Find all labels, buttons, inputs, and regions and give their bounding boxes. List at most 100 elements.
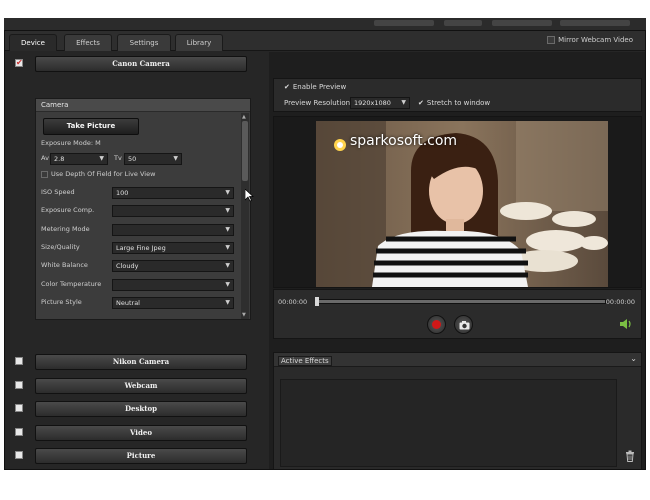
time-end: 00:00:00 — [605, 298, 635, 306]
camera-setting-select[interactable]: ▼ — [112, 205, 234, 218]
checkmark-icon[interactable]: ✔ — [418, 99, 424, 107]
tab-library[interactable]: Library — [175, 34, 223, 51]
chevron-down-icon: ▼ — [225, 225, 230, 233]
snapshot-button[interactable] — [454, 315, 473, 334]
camera-setting-select[interactable]: Large Fine Jpeg ▼ — [112, 241, 234, 254]
app-window: Device Effects Settings Library Mirror W… — [4, 30, 646, 470]
chevron-down-icon: ▼ — [225, 262, 230, 270]
preview-resolution-value: 1920x1080 — [354, 99, 391, 107]
mirror-webcam-checkbox[interactable] — [547, 36, 556, 44]
chevron-down-icon: ▼ — [225, 207, 230, 215]
scroll-up-icon[interactable]: ▲ — [242, 114, 246, 120]
source-row: Nikon Camera — [5, 353, 261, 371]
seek-bar[interactable] — [315, 297, 606, 306]
seek-handle[interactable] — [315, 297, 319, 306]
time-start: 00:00:00 — [278, 298, 308, 306]
camera-setting-label: Color Temperature — [41, 279, 102, 288]
take-picture-button[interactable]: Take Picture — [43, 118, 139, 135]
tv-value: 50 — [128, 155, 137, 163]
preview-resolution-label: Preview Resolution: — [284, 99, 353, 107]
tv-label: Tv — [114, 154, 122, 162]
video-preview-frame: sparkosoft.com — [316, 121, 608, 287]
playback-controls: 00:00:00 00:00:00 — [273, 289, 642, 339]
source-panel: Canon Camera Camera Take Picture Exposur… — [5, 52, 261, 469]
enable-preview-toggle[interactable]: ✔ Enable Preview — [284, 83, 346, 91]
checkmark-icon[interactable]: ✔ — [284, 83, 290, 91]
tv-select[interactable]: 50 ▼ — [124, 153, 182, 165]
source-row: Desktop — [5, 400, 261, 418]
camera-setting-value: Large Fine Jpeg — [116, 243, 166, 252]
camera-setting-select[interactable]: ▼ — [112, 278, 234, 291]
stretch-to-window-toggle[interactable]: ✔ Stretch to window — [418, 99, 490, 107]
source-row-canon: Canon Camera — [5, 55, 261, 73]
chevron-down-icon: ▼ — [225, 189, 230, 196]
depth-of-field-checkbox[interactable] — [41, 170, 48, 178]
source-row: Picture — [5, 447, 261, 465]
chevron-down-icon: ▼ — [225, 280, 230, 288]
camera-settings-panel: Camera Take Picture Exposure Mode: M Av … — [35, 98, 251, 320]
depth-of-field-label: Use Depth Of Field for Live View — [51, 170, 156, 178]
chevron-down-icon: ▼ — [225, 298, 230, 306]
camera-setting-select[interactable]: 100 ▼ — [112, 187, 234, 199]
source-button[interactable]: Webcam — [35, 377, 247, 394]
tab-bar: Device Effects Settings Library Mirror W… — [5, 31, 645, 51]
tab-effects[interactable]: Effects — [64, 34, 112, 51]
chevron-down-icon: ▼ — [173, 155, 178, 162]
source-checkbox[interactable] — [15, 404, 23, 412]
camera-setting-label: ISO Speed — [41, 188, 75, 196]
camera-setting-label: Size/Quality — [41, 242, 80, 251]
camera-setting-value: 100 — [116, 189, 129, 197]
scroll-down-icon[interactable]: ▼ — [242, 312, 246, 318]
preview-panel: ✔ Enable Preview Preview Resolution: 1920… — [269, 52, 645, 469]
camera-section-title: Camera — [36, 99, 250, 112]
camera-setting-label: Exposure Comp. — [41, 206, 95, 215]
active-effects-panel: Active Effects ⌄ — [273, 352, 642, 469]
canon-camera-checkbox[interactable] — [15, 58, 23, 67]
collapse-chevron-icon[interactable]: ⌄ — [630, 354, 637, 363]
chevron-down-icon: ▼ — [99, 155, 104, 162]
source-checkbox[interactable] — [15, 427, 23, 436]
mouse-cursor-icon — [245, 189, 254, 202]
mirror-webcam-label: Mirror Webcam Video — [558, 36, 633, 44]
camera-panel-scrollbar[interactable]: ▲ ▼ — [241, 113, 249, 319]
camera-setting-select[interactable]: ▼ — [112, 223, 234, 236]
preview-resolution-select[interactable]: 1920x1080 ▼ — [350, 97, 410, 109]
source-button[interactable]: Desktop — [35, 401, 247, 417]
depth-of-field-toggle[interactable]: Use Depth Of Field for Live View — [41, 170, 155, 178]
source-checkbox[interactable] — [15, 380, 23, 389]
title-strip — [4, 18, 646, 30]
tab-settings[interactable]: Settings — [117, 34, 171, 51]
tab-device[interactable]: Device — [9, 34, 57, 51]
camera-setting-select[interactable]: Neutral ▼ — [112, 296, 234, 309]
record-icon — [432, 320, 441, 329]
source-checkbox[interactable] — [15, 451, 23, 459]
source-button[interactable]: Video — [35, 424, 247, 441]
mirror-webcam-toggle[interactable]: Mirror Webcam Video — [547, 36, 633, 44]
effects-list[interactable] — [280, 379, 617, 467]
canon-camera-button[interactable]: Canon Camera — [35, 56, 247, 72]
camera-setting-value: Cloudy — [116, 262, 139, 271]
trash-icon[interactable] — [625, 450, 635, 462]
av-select[interactable]: 2.8 ▼ — [50, 153, 108, 165]
camera-setting-select[interactable]: Cloudy ▼ — [112, 260, 234, 273]
camera-setting-label: White Balance — [41, 261, 88, 270]
source-checkbox[interactable] — [15, 357, 23, 365]
camera-setting-label: Picture Style — [41, 297, 82, 306]
video-preview-area: sparkosoft.com — [273, 116, 642, 288]
enable-preview-label: Enable Preview — [292, 83, 347, 91]
source-button[interactable]: Picture — [35, 448, 247, 464]
camera-setting-value: Neutral — [116, 298, 140, 307]
volume-icon[interactable] — [619, 318, 633, 330]
stretch-to-window-label: Stretch to window — [426, 99, 491, 107]
source-button[interactable]: Nikon Camera — [35, 354, 247, 370]
source-row: Webcam — [5, 377, 261, 395]
preview-settings: ✔ Enable Preview Preview Resolution: 1920… — [273, 78, 642, 112]
chevron-down-icon: ▼ — [401, 99, 406, 106]
chevron-down-icon: ▼ — [225, 243, 230, 251]
watermark-text: sparkosoft.com — [350, 133, 458, 149]
av-label: Av — [41, 154, 49, 162]
scrollbar-thumb[interactable] — [242, 121, 248, 181]
av-value: 2.8 — [54, 155, 65, 163]
record-button[interactable] — [427, 315, 446, 334]
active-effects-tab[interactable]: Active Effects — [278, 356, 332, 366]
